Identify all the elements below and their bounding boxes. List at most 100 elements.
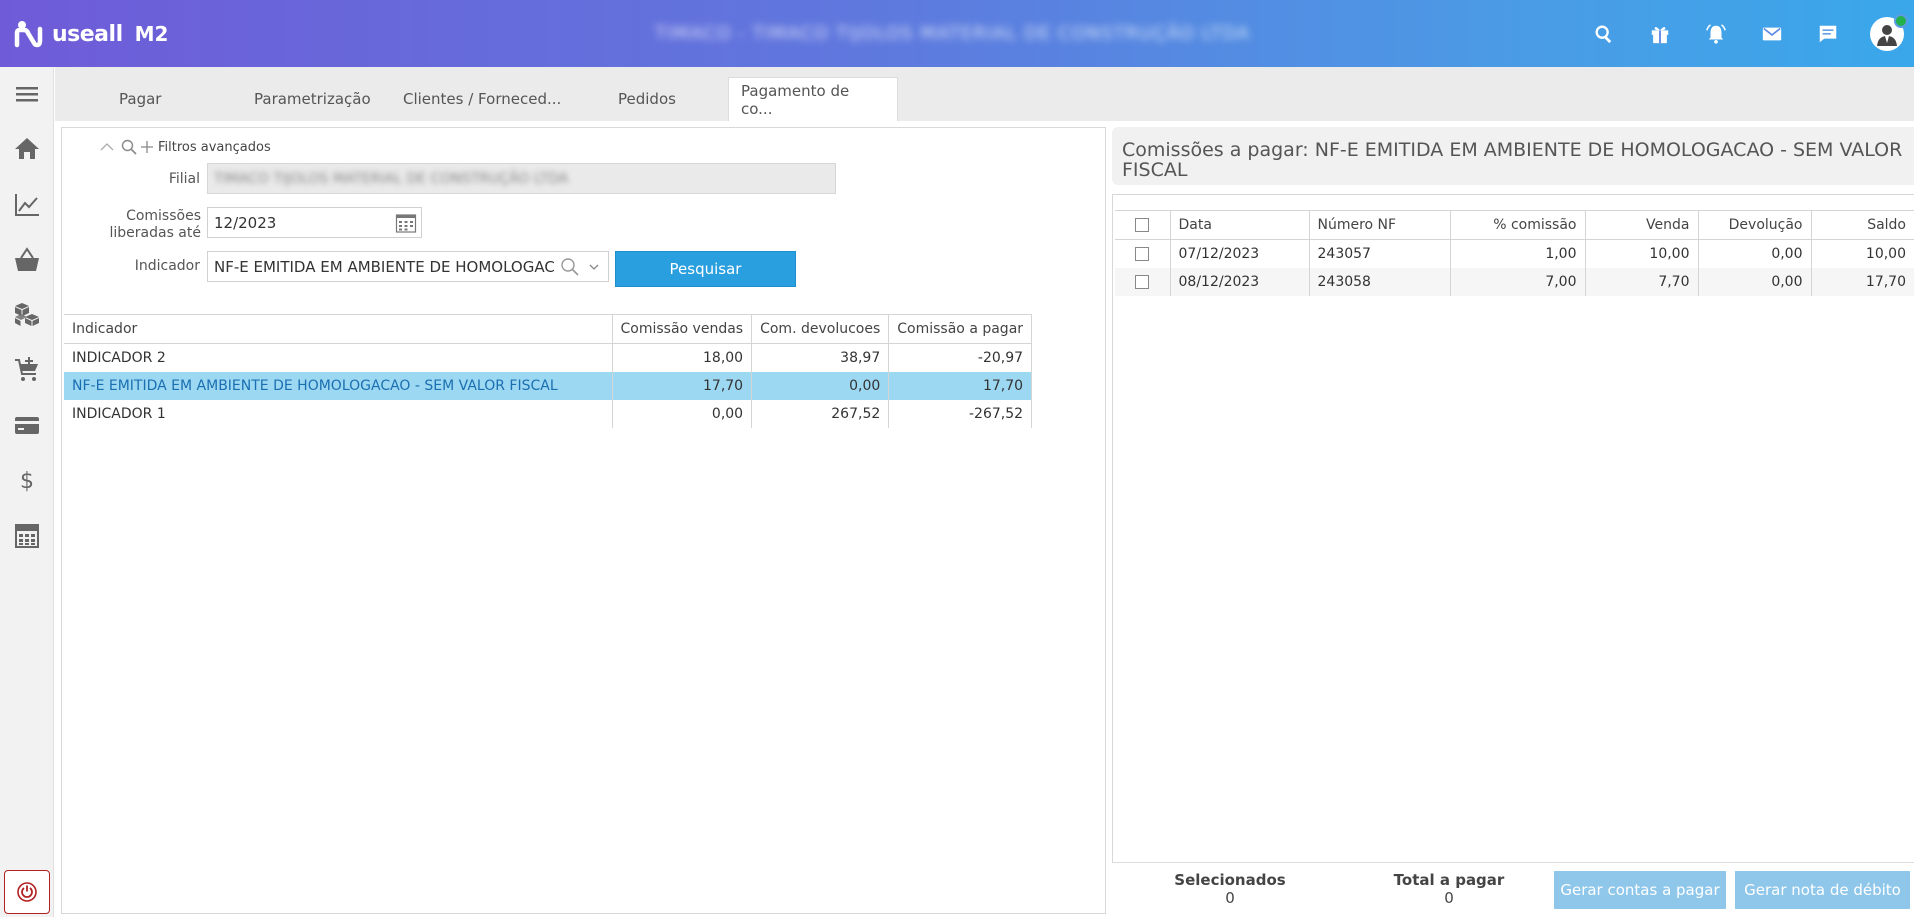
column-header[interactable]: Comissão vendas: [612, 314, 753, 344]
tab-pagamento-comissoes[interactable]: Pagamento de co...: [728, 77, 898, 121]
search-button[interactable]: Pesquisar: [615, 251, 796, 287]
table-row[interactable]: INDICADOR 1 0,00 267,52 -267,52: [64, 399, 1033, 428]
venda-cell: 7,70: [1585, 267, 1699, 296]
saldo-cell: 17,70: [1811, 267, 1914, 296]
dollar-icon[interactable]: $: [0, 455, 54, 505]
product-name: M2: [134, 22, 169, 46]
svg-text:$: $: [20, 469, 34, 494]
filial-field[interactable]: TIMACO TIJOLOS MATERIAL DE CONSTRUÇÃO LT…: [207, 163, 836, 194]
comissoes-label: Comissões liberadas até: [82, 208, 201, 242]
search-icon[interactable]: [1576, 0, 1632, 67]
basket-icon[interactable]: [0, 235, 54, 285]
menu-icon[interactable]: [0, 69, 54, 119]
total-a-pagar-value: 0: [1444, 889, 1454, 907]
user-avatar[interactable]: [1870, 13, 1908, 51]
com-devolucoes-cell: 0,00: [751, 371, 890, 400]
devolucao-cell: 0,00: [1698, 239, 1812, 268]
comissao-pagar-cell: -267,52: [888, 399, 1033, 428]
column-header[interactable]: Saldo: [1811, 210, 1914, 240]
indicador-value: NF-E EMITIDA EM AMBIENTE DE HOMOLOGACAO …: [214, 258, 554, 276]
indicador-label: Indicador: [134, 258, 200, 274]
comissoes-date-value: 12/2023: [214, 214, 277, 232]
select-all-checkbox[interactable]: [1135, 218, 1150, 232]
indicador-select[interactable]: NF-E EMITIDA EM AMBIENTE DE HOMOLOGACAO …: [207, 251, 609, 282]
advanced-filters-label: Filtros avançados: [158, 139, 271, 155]
chevron-down-icon[interactable]: [588, 261, 600, 273]
saldo-cell: 10,00: [1865, 245, 1906, 262]
row-checkbox[interactable]: [1135, 274, 1150, 289]
top-header: useall M2 TIMACO - TIMACO TIJOLOS MATERI…: [0, 0, 1914, 67]
tab-parametrizacao[interactable]: Parametrização: [254, 77, 371, 121]
online-status-dot: [1894, 13, 1908, 28]
card-icon[interactable]: [0, 400, 54, 450]
selecionados-value: 0: [1225, 889, 1235, 907]
devolucao-cell: 0,00: [1698, 267, 1812, 296]
gift-icon[interactable]: [1632, 0, 1688, 67]
home-icon[interactable]: [0, 123, 54, 173]
select-all-cell: [1115, 210, 1171, 240]
numero-nf-link[interactable]: 243058: [1309, 267, 1451, 296]
tab-pagar[interactable]: Pagar: [119, 77, 161, 121]
indicador-link[interactable]: INDICADOR 2: [64, 343, 613, 372]
column-header[interactable]: Com. devolucoes: [751, 314, 890, 344]
comissao-vendas-cell: 17,70: [612, 371, 753, 400]
power-icon[interactable]: [4, 870, 50, 914]
comissao-pagar-cell: 17,70: [888, 371, 1033, 400]
numero-nf-link[interactable]: 243057: [1309, 239, 1451, 268]
selecionados-label: Selecionados: [1174, 871, 1286, 889]
row-select-cell: [1115, 267, 1171, 296]
gerar-contas-button[interactable]: Gerar contas a pagar: [1554, 871, 1726, 909]
comissoes-label-line2: liberadas até: [109, 225, 201, 241]
side-rail: $: [0, 67, 54, 917]
table-row[interactable]: 07/12/2023 243057 1,00 10,00 0,00 10,00: [1115, 239, 1914, 268]
cart-add-icon[interactable]: [0, 345, 54, 395]
filter-panel: Filtros avançados Filial TIMACO TIJOLOS …: [61, 127, 1106, 914]
calendar-icon[interactable]: [395, 212, 417, 234]
indicador-link[interactable]: INDICADOR 1: [64, 399, 613, 428]
filial-value: TIMACO TIJOLOS MATERIAL DE CONSTRUÇÃO LT…: [214, 171, 569, 187]
mail-icon[interactable]: [1744, 0, 1800, 67]
gerar-nota-debito-button[interactable]: Gerar nota de débito: [1735, 871, 1910, 909]
useall-logo-icon: [14, 21, 43, 48]
indicadores-table: Indicador Comissão vendas Com. devolucoe…: [64, 314, 1033, 428]
filial-label: Filial: [168, 171, 200, 187]
column-header[interactable]: Venda: [1585, 210, 1699, 240]
plus-icon[interactable]: [138, 138, 156, 156]
comissao-pagar-cell: -20,97: [888, 343, 1033, 372]
table-row[interactable]: 08/12/2023 243058 7,00 7,70 0,00 17,70: [1115, 267, 1914, 296]
data-cell: 07/12/2023: [1170, 239, 1310, 268]
column-header[interactable]: % comissão: [1450, 210, 1586, 240]
total-a-pagar-stat: Total a pagar 0: [1379, 871, 1519, 907]
comissoes-date-field[interactable]: 12/2023: [207, 207, 422, 238]
column-header[interactable]: Comissão a pagar: [888, 314, 1033, 344]
chat-icon[interactable]: [1800, 0, 1856, 67]
row-checkbox[interactable]: [1135, 246, 1150, 261]
tab-pedidos[interactable]: Pedidos: [618, 77, 676, 121]
table-row[interactable]: INDICADOR 2 18,00 38,97 -20,97: [64, 343, 1033, 372]
comissao-cell: 1,00: [1450, 239, 1586, 268]
selecionados-stat: Selecionados 0: [1160, 871, 1300, 907]
column-header[interactable]: Indicador: [64, 314, 613, 344]
bell-icon[interactable]: [1688, 0, 1744, 67]
table-header-row: Data Número NF % comissão Venda Devoluçã…: [1115, 210, 1914, 240]
indicador-link[interactable]: NF-E EMITIDA EM AMBIENTE DE HOMOLOGACAO …: [64, 371, 613, 400]
column-header[interactable]: Devolução: [1698, 210, 1812, 240]
comissoes-table: Data Número NF % comissão Venda Devoluçã…: [1115, 210, 1914, 296]
table-row-selected[interactable]: NF-E EMITIDA EM AMBIENTE DE HOMOLOGACAO …: [64, 371, 1033, 400]
comissoes-label-line1: Comissões: [126, 208, 201, 224]
commission-panel: Data Número NF % comissão Venda Devoluçã…: [1112, 194, 1914, 914]
boxes-icon[interactable]: [0, 289, 54, 339]
com-devolucoes-cell: 38,97: [751, 343, 890, 372]
chart-icon[interactable]: [0, 179, 54, 229]
collapse-chevron-icon[interactable]: [98, 138, 116, 156]
column-header[interactable]: Data: [1170, 210, 1310, 240]
app-logo[interactable]: useall M2: [14, 16, 168, 52]
search-icon[interactable]: [120, 138, 138, 156]
company-name[interactable]: TIMACO - TIMACO TIJOLOS MATERIAL DE CONS…: [655, 23, 1250, 44]
comissao-vendas-cell: 18,00: [612, 343, 753, 372]
column-header[interactable]: Número NF: [1309, 210, 1451, 240]
advanced-filters[interactable]: Filtros avançados: [98, 138, 271, 156]
calculator-icon[interactable]: [0, 511, 54, 561]
tab-clientes-fornecedores[interactable]: Clientes / Forneced...: [403, 77, 561, 121]
search-icon[interactable]: [560, 257, 580, 277]
